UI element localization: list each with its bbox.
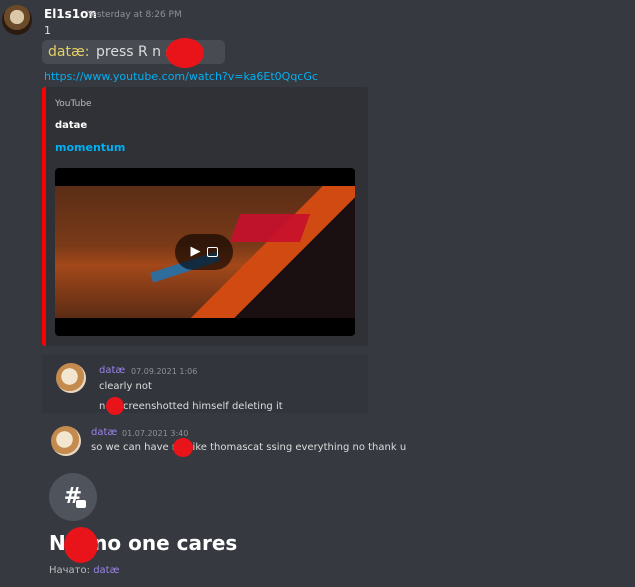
open-external-icon [206, 246, 218, 257]
censor-scribble [106, 397, 124, 415]
censor-scribble [166, 38, 204, 68]
message-text: 1 [44, 24, 51, 37]
play-icon: ▶ [190, 244, 201, 259]
youtube-link[interactable]: https://www.youtube.com/watch?v=ka6Et0Qq… [44, 70, 318, 83]
censor-scribble [173, 438, 193, 457]
thread-started-user[interactable]: datæ [93, 565, 119, 576]
avatar[interactable] [51, 426, 81, 456]
embed-provider[interactable]: YouTube [55, 99, 92, 109]
embed-title[interactable]: momentum [55, 141, 125, 154]
video-thumbnail[interactable]: ▶ [55, 168, 355, 336]
thread-started-label: Начато: [49, 565, 90, 576]
play-button[interactable]: ▶ [175, 234, 233, 270]
thread-started-by: Начато: datæ [49, 565, 119, 576]
reply-timestamp: 01.07.2021 3:40 [122, 429, 189, 438]
thread-hash-icon: # [49, 473, 97, 521]
message-timestamp: Yesterday at 8:26 PM [87, 10, 182, 20]
avatar[interactable] [56, 363, 86, 393]
censor-scribble [64, 527, 98, 563]
avatar[interactable] [2, 5, 32, 35]
reply-text: so we can have n s like thomascat ssing … [91, 442, 407, 453]
quote-text: press R n s [96, 44, 173, 60]
reply-author[interactable]: datæ [91, 427, 117, 438]
reply-text: clearly not [99, 381, 152, 392]
reply-timestamp: 07.09.2021 1:06 [131, 367, 198, 376]
reply-text: n a screenshotted himself deleting it [99, 401, 283, 412]
reply-author[interactable]: datæ [99, 365, 125, 376]
scene-red-block [229, 214, 311, 242]
quote-author: datæ: [48, 44, 90, 60]
embed-author[interactable]: datae [55, 120, 87, 131]
